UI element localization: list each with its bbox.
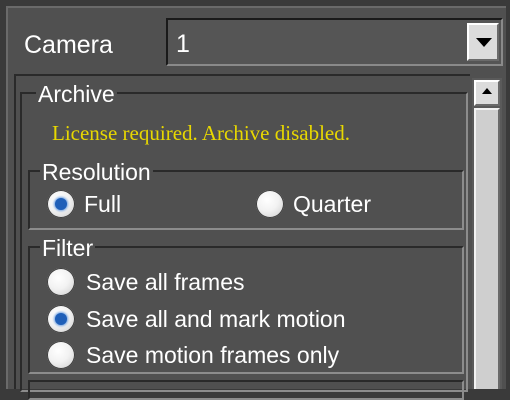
camera-dropdown-button[interactable]: [467, 23, 499, 61]
filter-save-mark-motion-radio[interactable]: [47, 305, 75, 333]
scroll-up-button[interactable]: [474, 80, 500, 106]
next-group-partial: [28, 380, 464, 400]
camera-select-value: 1: [176, 30, 190, 58]
filter-group-title: Filter: [40, 235, 96, 261]
camera-select[interactable]: 1: [166, 18, 503, 66]
chevron-down-icon: [476, 38, 492, 47]
camera-label: Camera: [24, 31, 113, 59]
resolution-quarter-label[interactable]: Quarter: [293, 191, 371, 217]
filter-save-all-radio[interactable]: [47, 268, 75, 296]
filter-save-motion-only-label[interactable]: Save motion frames only: [86, 342, 339, 368]
resolution-group-title: Resolution: [40, 159, 153, 185]
arrow-up-icon: [482, 88, 492, 94]
resolution-quarter-radio[interactable]: [256, 190, 284, 218]
resolution-full-radio[interactable]: [47, 190, 75, 218]
resolution-full-label[interactable]: Full: [84, 191, 121, 217]
filter-save-all-label[interactable]: Save all frames: [86, 269, 245, 295]
vertical-scrollbar[interactable]: [472, 78, 502, 389]
archive-group-title: Archive: [36, 81, 117, 107]
scrollbar-thumb[interactable]: [474, 108, 500, 389]
filter-save-motion-only-radio[interactable]: [47, 341, 75, 369]
archive-warning-text: License required. Archive disabled.: [52, 121, 350, 145]
filter-save-mark-motion-label[interactable]: Save all and mark motion: [86, 306, 346, 332]
